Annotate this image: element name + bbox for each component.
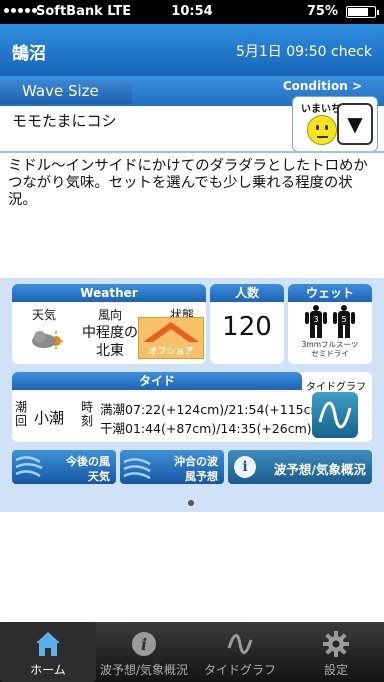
- tab-wave-forecast[interactable]: i 波予想/気象概況: [96, 622, 192, 682]
- tide-col-label: 潮回: [14, 400, 27, 428]
- wave-size-tab: Wave Size: [0, 80, 132, 104]
- wetsuit-icon: 3 5: [305, 305, 355, 338]
- battery-icon: [346, 6, 379, 18]
- wind-icon: [15, 456, 43, 478]
- status-bar: SoftBank LTE 10:54 75%: [0, 0, 384, 24]
- home-icon: [36, 632, 60, 656]
- svg-text:3: 3: [313, 315, 318, 324]
- offshore-icon: オフショア: [138, 317, 204, 359]
- crowd-card: 人数 120: [210, 284, 284, 364]
- battery-percent: 75%: [306, 4, 338, 19]
- tide-graph-label: タイドグラフ: [306, 382, 366, 393]
- offshore-forecast-button[interactable]: 沖合の波 風予想: [120, 450, 224, 484]
- page-indicator: [188, 500, 194, 506]
- wind-col-label: 風向: [97, 308, 122, 322]
- spot-name: 鵠沼: [12, 44, 46, 64]
- wave-description: ミドル〜インサイドにかけてのダラダラとしたトロめかつながり気味。セットを選んでも…: [8, 158, 368, 208]
- svg-text:5: 5: [341, 315, 346, 324]
- tide-wave-icon: [318, 401, 352, 429]
- info-icon: i: [234, 456, 256, 478]
- gear-icon: [323, 631, 349, 657]
- condition-selector[interactable]: いまいち ▼: [292, 96, 378, 152]
- tide-graph-button[interactable]: [312, 392, 358, 438]
- wave-size-text: モモたまにコシ: [12, 112, 117, 130]
- dropdown-button[interactable]: ▼: [337, 103, 373, 145]
- tab-bar: ホーム i 波予想/気象概況 タイドグラフ 設定: [0, 622, 384, 682]
- tide-name: 小潮: [34, 409, 65, 427]
- weather-title: Weather: [12, 284, 206, 302]
- neutral-face-icon: [307, 115, 337, 145]
- condition-value: いまいち: [301, 104, 341, 115]
- state-label: オフショア: [148, 347, 194, 357]
- time-col-label: 時刻: [80, 400, 93, 428]
- tab-home[interactable]: ホーム: [0, 622, 96, 682]
- wave-icon: [123, 458, 151, 480]
- wind-forecast-button[interactable]: 今後の風 天気: [12, 450, 116, 484]
- tab-tide-graph[interactable]: タイドグラフ: [192, 622, 288, 682]
- condition-link[interactable]: Condition >: [283, 79, 362, 93]
- high-tide-times: 満潮07:22(+124cm)/21:54(+115cm): [100, 402, 328, 417]
- wetsuit-label: 3mmフルスーツ セミドライ: [301, 340, 359, 358]
- info-panel: Weather 天気 風向 状態 中程度の 北東 オフショア 人数 120 ウェ…: [0, 278, 384, 512]
- check-datetime: 5月1日 09:50 check: [235, 44, 372, 60]
- tide-card: タイド 潮回 小潮 時刻 満潮07:22(+124cm)/21:54(+115c…: [12, 372, 372, 442]
- header-bar: 鵠沼 5月1日 09:50 check: [0, 24, 384, 76]
- tide-wave-icon: [227, 634, 253, 654]
- divider: [0, 151, 384, 153]
- tide-title: タイド: [12, 372, 302, 390]
- low-tide-times: 干潮01:44(+87cm)/14:35(+26cm): [100, 421, 312, 436]
- wind-direction: 中程度の 北東: [82, 325, 138, 359]
- wave-forecast-button[interactable]: i 波予想/気象概況: [228, 450, 372, 484]
- info-icon: i: [132, 632, 156, 656]
- tab-settings[interactable]: 設定: [288, 622, 384, 682]
- crowd-count: 120: [222, 312, 272, 342]
- crowd-title: 人数: [210, 284, 284, 302]
- weather-card: Weather 天気 風向 状態 中程度の 北東 オフショア: [12, 284, 206, 364]
- weather-col-label: 天気: [31, 308, 56, 322]
- wetsuit-card: ウェット 3 5 3mmフルスーツ セミドライ: [288, 284, 372, 364]
- wetsuit-title: ウェット: [288, 284, 372, 302]
- svg-text:i: i: [141, 635, 147, 654]
- chevron-down-icon: ▼: [347, 112, 363, 136]
- cloud-sun-icon: [32, 331, 63, 349]
